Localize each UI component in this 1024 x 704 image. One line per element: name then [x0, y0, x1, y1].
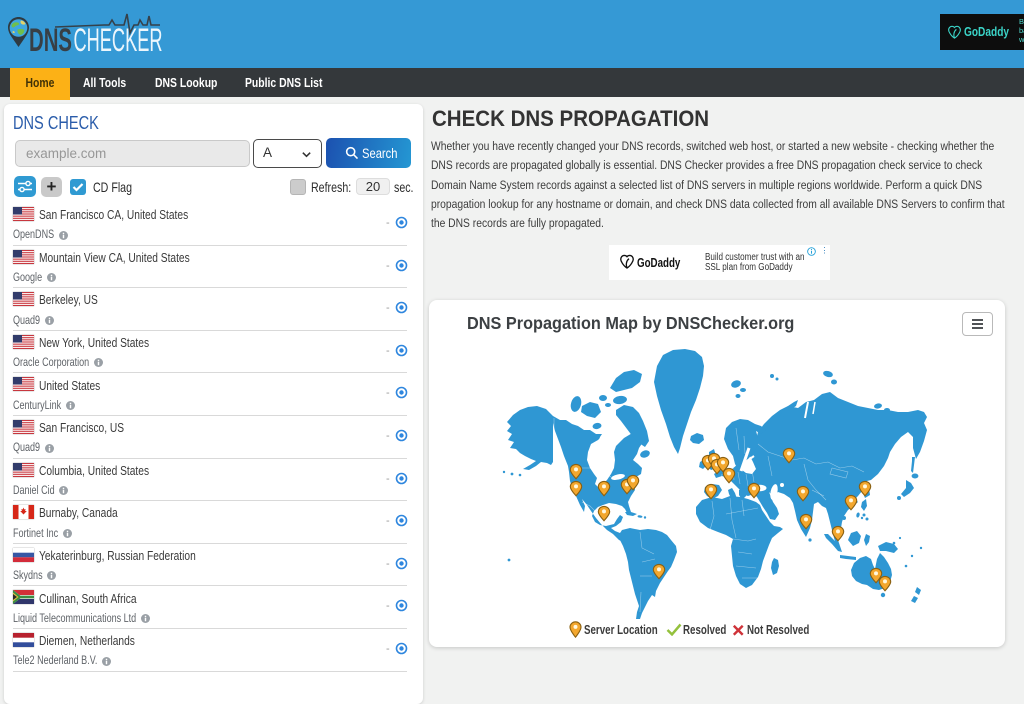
svg-text:CHECKER: CHECKER: [74, 22, 163, 58]
svg-text:DNS: DNS: [29, 22, 72, 58]
